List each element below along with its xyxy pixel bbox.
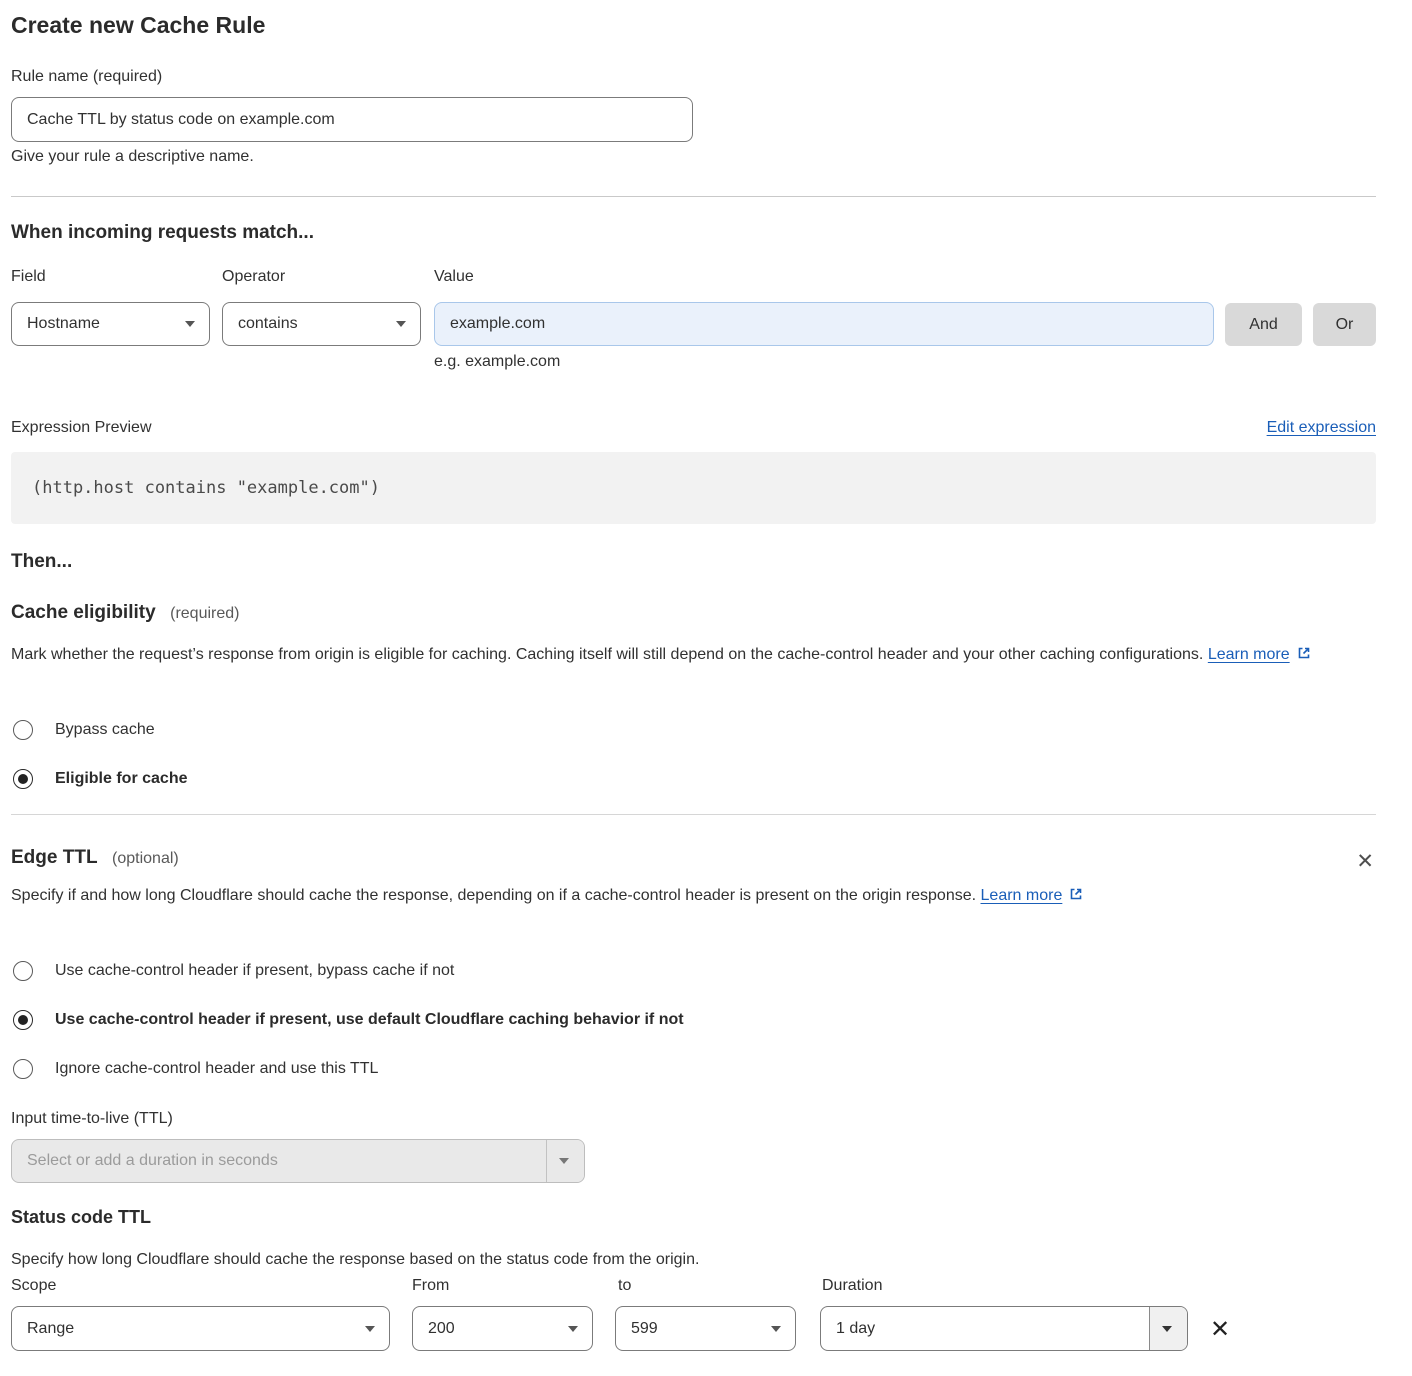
duration-label: Duration bbox=[822, 1277, 882, 1295]
operator-select-value: contains bbox=[238, 315, 298, 333]
chevron-down-icon bbox=[1162, 1326, 1172, 1332]
chevron-down-icon bbox=[396, 321, 406, 327]
radio-selected-icon[interactable] bbox=[13, 769, 33, 789]
edge-ttl-option-ignore-label: Ignore cache-control header and use this… bbox=[55, 1060, 378, 1078]
to-select[interactable]: 599 bbox=[615, 1306, 796, 1351]
scope-label: Scope bbox=[11, 1277, 56, 1295]
section-divider bbox=[11, 196, 1376, 197]
status-code-ttl-description: Specify how long Cloudflare should cache… bbox=[11, 1246, 699, 1274]
scope-select[interactable]: Range bbox=[11, 1306, 390, 1351]
create-cache-rule-form: Create new Cache Rule Rule name (require… bbox=[0, 0, 1412, 1376]
cache-eligibility-learn-more-link[interactable]: Learn more bbox=[1208, 646, 1290, 663]
operator-label: Operator bbox=[222, 268, 285, 286]
edge-ttl-option-default[interactable]: Use cache-control header if present, use… bbox=[13, 1010, 684, 1030]
page-title: Create new Cache Rule bbox=[11, 12, 265, 39]
section-divider bbox=[11, 814, 1376, 815]
edge-ttl-learn-more-link[interactable]: Learn more bbox=[981, 887, 1063, 904]
radio-selected-icon[interactable] bbox=[13, 1010, 33, 1030]
bypass-cache-label: Bypass cache bbox=[55, 721, 155, 739]
expression-preview-box: (http.host contains "example.com") bbox=[11, 452, 1376, 524]
chevron-down-icon bbox=[365, 1326, 375, 1332]
ttl-duration-combobox[interactable]: Select or add a duration in seconds bbox=[11, 1139, 585, 1183]
from-select-value: 200 bbox=[428, 1320, 455, 1338]
duration-value: 1 day bbox=[821, 1320, 1149, 1338]
cache-eligibility-required-badge: (required) bbox=[170, 605, 239, 622]
chevron-down-icon bbox=[568, 1326, 578, 1332]
edge-ttl-description: Specify if and how long Cloudflare shoul… bbox=[11, 882, 1116, 912]
operator-select[interactable]: contains bbox=[222, 302, 421, 346]
edit-expression-link[interactable]: Edit expression bbox=[1267, 419, 1376, 437]
field-label: Field bbox=[11, 268, 46, 286]
duration-dropdown-button[interactable] bbox=[1149, 1307, 1187, 1350]
duration-combobox[interactable]: 1 day bbox=[820, 1306, 1188, 1351]
match-heading: When incoming requests match... bbox=[11, 222, 314, 244]
edge-ttl-heading-row: Edge TTL (optional) bbox=[11, 847, 179, 869]
field-select-value: Hostname bbox=[27, 315, 100, 333]
ttl-input-label: Input time-to-live (TTL) bbox=[11, 1110, 173, 1128]
edge-ttl-description-text: Specify if and how long Cloudflare shoul… bbox=[11, 887, 976, 904]
value-label: Value bbox=[434, 268, 474, 286]
then-heading: Then... bbox=[11, 551, 72, 573]
rule-name-label: Rule name (required) bbox=[11, 68, 162, 86]
cache-eligibility-heading: Cache eligibility bbox=[11, 602, 156, 623]
eligible-for-cache-label: Eligible for cache bbox=[55, 770, 187, 788]
value-helper: e.g. example.com bbox=[434, 353, 560, 371]
radio-unselected-icon[interactable] bbox=[13, 961, 33, 981]
cache-eligibility-description: Mark whether the request’s response from… bbox=[11, 641, 1361, 671]
and-button[interactable]: And bbox=[1225, 303, 1302, 346]
from-select[interactable]: 200 bbox=[412, 1306, 593, 1351]
or-button[interactable]: Or bbox=[1313, 303, 1376, 346]
chevron-down-icon bbox=[185, 321, 195, 327]
external-link-icon bbox=[1068, 884, 1084, 912]
scope-select-value: Range bbox=[27, 1320, 74, 1338]
radio-unselected-icon[interactable] bbox=[13, 1059, 33, 1079]
edge-ttl-optional-badge: (optional) bbox=[112, 850, 179, 867]
chevron-down-icon bbox=[559, 1158, 569, 1164]
delete-status-code-row-icon[interactable]: ✕ bbox=[1210, 1317, 1230, 1341]
edge-ttl-option-default-label: Use cache-control header if present, use… bbox=[55, 1011, 684, 1029]
bypass-cache-option[interactable]: Bypass cache bbox=[13, 720, 155, 740]
rule-name-input[interactable] bbox=[11, 97, 693, 142]
edge-ttl-option-ignore[interactable]: Ignore cache-control header and use this… bbox=[13, 1059, 378, 1079]
cache-eligibility-heading-row: Cache eligibility (required) bbox=[11, 602, 239, 624]
expression-preview-label: Expression Preview bbox=[11, 419, 152, 437]
value-input[interactable] bbox=[434, 302, 1214, 346]
radio-unselected-icon[interactable] bbox=[13, 720, 33, 740]
external-link-icon bbox=[1296, 643, 1312, 671]
expression-code: (http.host contains "example.com") bbox=[11, 478, 380, 498]
edge-ttl-option-bypass-label: Use cache-control header if present, byp… bbox=[55, 962, 454, 980]
eligible-for-cache-option[interactable]: Eligible for cache bbox=[13, 769, 187, 789]
to-select-value: 599 bbox=[631, 1320, 658, 1338]
cache-eligibility-description-text: Mark whether the request’s response from… bbox=[11, 646, 1203, 663]
to-label: to bbox=[618, 1277, 631, 1295]
rule-name-helper: Give your rule a descriptive name. bbox=[11, 148, 254, 166]
edge-ttl-option-bypass[interactable]: Use cache-control header if present, byp… bbox=[13, 961, 454, 981]
ttl-duration-placeholder: Select or add a duration in seconds bbox=[12, 1152, 546, 1170]
field-select[interactable]: Hostname bbox=[11, 302, 210, 346]
ttl-duration-dropdown-button[interactable] bbox=[546, 1140, 584, 1182]
from-label: From bbox=[412, 1277, 449, 1295]
edge-ttl-close-icon[interactable]: ✕ bbox=[1356, 851, 1374, 872]
chevron-down-icon bbox=[771, 1326, 781, 1332]
status-code-ttl-heading: Status code TTL bbox=[11, 1207, 151, 1228]
edge-ttl-heading: Edge TTL bbox=[11, 847, 98, 868]
